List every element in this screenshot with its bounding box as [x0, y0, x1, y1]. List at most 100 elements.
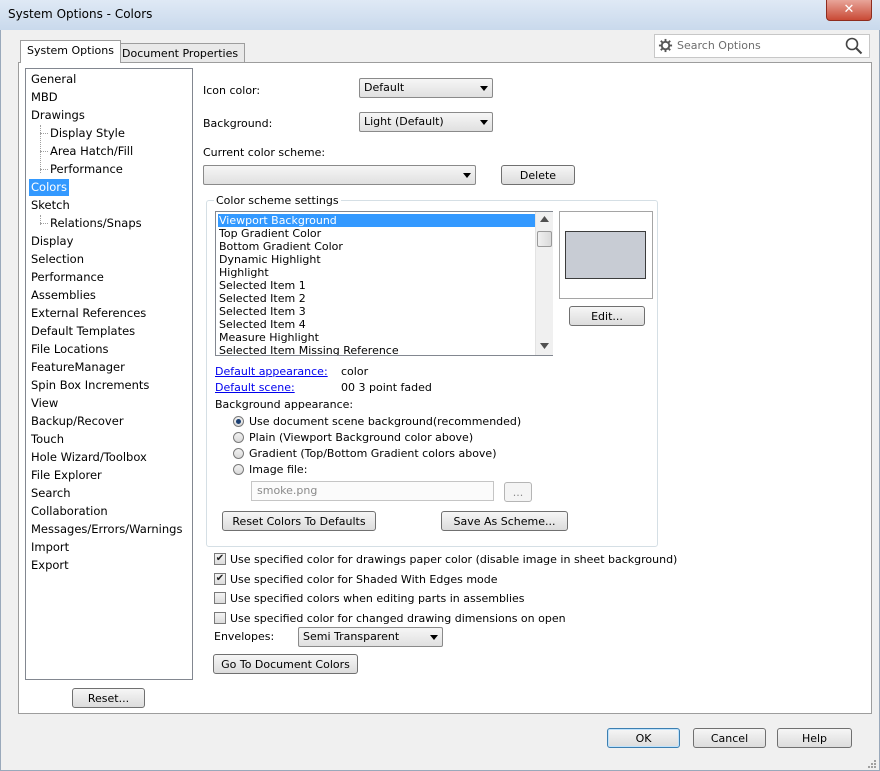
cancel-button[interactable]: Cancel	[693, 728, 766, 748]
list-item[interactable]: Viewport Background	[218, 214, 535, 227]
tree-item-assemblies[interactable]: Assemblies	[29, 287, 98, 304]
list-item[interactable]: Selected Item 4	[218, 318, 535, 331]
chevron-down-icon	[480, 86, 488, 91]
checkbox-label: Use specified color for changed drawing …	[230, 612, 566, 625]
icon-color-dropdown[interactable]: Default	[359, 78, 493, 98]
search-icon[interactable]	[845, 37, 863, 55]
tree-item-search[interactable]: Search	[29, 485, 73, 502]
list-item[interactable]: Selected Item 2	[218, 292, 535, 305]
list-item[interactable]: Top Gradient Color	[218, 227, 535, 240]
list-scrollbar[interactable]	[535, 212, 553, 355]
radio-label: Gradient (Top/Bottom Gradient colors abo…	[249, 447, 497, 460]
checkbox-label: Use specified color for Shaded With Edge…	[230, 573, 498, 586]
help-button[interactable]: Help	[777, 728, 852, 748]
tree-item-performance[interactable]: Performance	[29, 269, 106, 286]
radio-image-file[interactable]	[233, 464, 244, 475]
tree-item-drawings-performance[interactable]: Performance	[48, 161, 125, 178]
tree-item-export[interactable]: Export	[29, 557, 71, 574]
tab-document-properties[interactable]: Document Properties	[115, 43, 246, 63]
tree-connector	[40, 169, 48, 170]
tree-item-messages-errors-warnings[interactable]: Messages/Errors/Warnings	[29, 521, 184, 538]
bg-appearance-label: Background appearance:	[215, 398, 354, 411]
tree-item-general[interactable]: General	[29, 71, 78, 88]
color-scheme-dropdown[interactable]	[203, 165, 476, 185]
tab-label: Document Properties	[122, 47, 239, 60]
radio-plain[interactable]	[233, 432, 244, 443]
close-icon: ✕	[843, 2, 855, 17]
image-file-field[interactable]: smoke.png	[251, 481, 494, 501]
tree-item-external-references[interactable]: External References	[29, 305, 148, 322]
tree-item-file-explorer[interactable]: File Explorer	[29, 467, 104, 484]
tree-item-collaboration[interactable]: Collaboration	[29, 503, 110, 520]
envelopes-dropdown[interactable]: Semi Transparent	[298, 627, 443, 647]
go-to-document-colors-button[interactable]: Go To Document Colors	[213, 654, 358, 674]
tree-item-view[interactable]: View	[29, 395, 60, 412]
window-title: System Options - Colors	[8, 7, 153, 21]
envelopes-value: Semi Transparent	[303, 630, 400, 643]
scroll-up-icon[interactable]	[540, 216, 549, 222]
chevron-down-icon	[463, 173, 471, 178]
list-item[interactable]: Bottom Gradient Color	[218, 240, 535, 253]
tree-item-area-hatch-fill[interactable]: Area Hatch/Fill	[48, 143, 135, 160]
background-value: Light (Default)	[364, 115, 444, 128]
tree-connector	[40, 223, 48, 224]
color-scheme-list[interactable]: Viewport Background Top Gradient Color B…	[215, 211, 553, 356]
delete-button[interactable]: Delete	[501, 165, 575, 185]
tree-item-display-style[interactable]: Display Style	[48, 125, 127, 142]
save-scheme-button[interactable]: Save As Scheme...	[441, 511, 568, 531]
background-dropdown[interactable]: Light (Default)	[359, 112, 493, 132]
list-item[interactable]: Selected Item 1	[218, 279, 535, 292]
checkbox-shaded-with-edges[interactable]: ✔	[214, 573, 226, 585]
list-item[interactable]: Measure Highlight	[218, 331, 535, 344]
chevron-down-icon	[480, 120, 488, 125]
tree-connector	[40, 151, 48, 152]
checkbox-changed-dimensions[interactable]	[214, 612, 226, 624]
gear-icon	[658, 38, 673, 53]
reset-button[interactable]: Reset...	[72, 688, 145, 708]
checkbox-drawings-paper-color[interactable]: ✔	[214, 553, 226, 565]
edit-button[interactable]: Edit...	[569, 306, 645, 326]
tree-item-selection[interactable]: Selection	[29, 251, 86, 268]
search-box[interactable]: Search Options	[654, 34, 870, 58]
tree-item-file-locations[interactable]: File Locations	[29, 341, 111, 358]
radio-document-scene[interactable]	[233, 416, 244, 427]
list-item[interactable]: Selected Item 3	[218, 305, 535, 318]
reset-colors-button[interactable]: Reset Colors To Defaults	[222, 511, 376, 531]
tree-item-spin-box-increments[interactable]: Spin Box Increments	[29, 377, 151, 394]
list-item[interactable]: Dynamic Highlight	[218, 253, 535, 266]
scroll-down-icon[interactable]	[540, 343, 549, 349]
list-item[interactable]: Highlight	[218, 266, 535, 279]
search-input[interactable]: Search Options	[677, 39, 761, 52]
default-appearance-value: color	[341, 365, 369, 378]
tree-item-sketch[interactable]: Sketch	[29, 197, 72, 214]
scroll-thumb[interactable]	[537, 231, 552, 247]
close-button[interactable]: ✕	[826, 0, 872, 21]
list-item[interactable]: Selected Item Missing Reference	[218, 344, 535, 355]
tree-item-touch[interactable]: Touch	[29, 431, 66, 448]
browse-button[interactable]: ...	[504, 482, 532, 502]
icon-color-label: Icon color:	[203, 84, 261, 97]
tree-item-colors[interactable]: Colors	[29, 179, 70, 196]
background-label: Background:	[203, 117, 273, 130]
tree-item-hole-wizard-toolbox[interactable]: Hole Wizard/Toolbox	[29, 449, 149, 466]
radio-gradient[interactable]	[233, 448, 244, 459]
default-scene-link[interactable]: Default scene:	[215, 381, 295, 394]
tree-connector	[40, 133, 48, 134]
ok-button[interactable]: OK	[607, 728, 680, 748]
tree-item-mbd[interactable]: MBD	[29, 89, 60, 106]
options-tree: General MBD Drawings Display Style Area …	[25, 68, 193, 680]
tree-item-featuremanager[interactable]: FeatureManager	[29, 359, 127, 376]
tree-item-default-templates[interactable]: Default Templates	[29, 323, 137, 340]
resize-grip-icon[interactable]	[866, 758, 877, 769]
tree-item-display[interactable]: Display	[29, 233, 75, 250]
chevron-down-icon	[430, 635, 438, 640]
tree-item-drawings[interactable]: Drawings	[29, 107, 87, 124]
tree-item-relations-snaps[interactable]: Relations/Snaps	[48, 215, 144, 232]
color-scheme-settings-title: Color scheme settings	[214, 194, 341, 207]
default-appearance-link[interactable]: Default appearance:	[215, 365, 328, 378]
radio-label: Use document scene background(recommende…	[249, 415, 522, 428]
checkbox-editing-parts[interactable]	[214, 592, 226, 604]
tree-item-import[interactable]: Import	[29, 539, 71, 556]
tree-item-backup-recover[interactable]: Backup/Recover	[29, 413, 126, 430]
tab-system-options[interactable]: System Options	[20, 40, 121, 63]
